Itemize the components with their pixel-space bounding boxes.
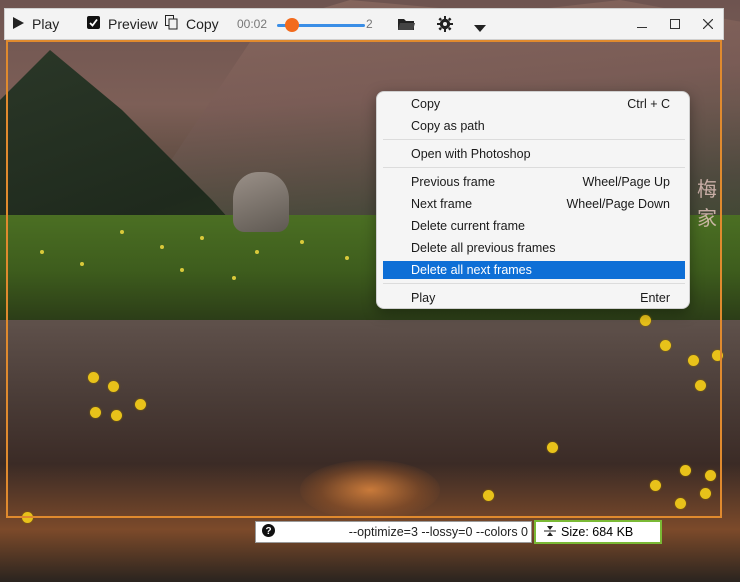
time-current: 00:02 <box>237 17 268 31</box>
play-button[interactable]: Play <box>13 16 59 32</box>
maximize-icon <box>670 16 680 32</box>
gear-icon[interactable] <box>437 16 453 35</box>
folder-icon[interactable] <box>398 17 415 33</box>
dropdown-arrow-icon[interactable] <box>474 19 486 35</box>
params-text: --optimize=3 --lossy=0 --colors 0 <box>348 525 528 539</box>
preview-label: Preview <box>108 16 158 32</box>
minimize-button[interactable] <box>627 9 657 39</box>
menu-item-shortcut: Wheel/Page Down <box>566 197 670 211</box>
gifsicle-params-input[interactable]: ? --optimize=3 --lossy=0 --colors 0 <box>255 521 532 543</box>
menu-separator <box>383 139 685 140</box>
frame-value: 2 <box>366 17 373 31</box>
menu-item-shortcut: Enter <box>640 291 670 305</box>
preview-checkbox[interactable]: Preview <box>87 16 158 32</box>
menu-separator <box>383 167 685 168</box>
copy-icon <box>165 15 178 33</box>
size-text: Size: 684 KB <box>561 525 634 539</box>
context-menu: Copy Ctrl + C Copy as path Open with Pho… <box>376 91 690 309</box>
copy-label: Copy <box>186 16 219 32</box>
menu-item-play[interactable]: Play Enter <box>383 289 685 307</box>
close-icon <box>702 16 714 32</box>
menu-item-label: Play <box>411 291 436 305</box>
slider-thumb[interactable] <box>285 18 299 32</box>
menu-item-label: Delete current frame <box>411 219 525 233</box>
menu-separator <box>383 283 685 284</box>
close-button[interactable] <box>693 9 723 39</box>
menu-item-delete-all-next-frames[interactable]: Delete all next frames <box>383 261 685 279</box>
menu-item-label: Next frame <box>411 197 473 211</box>
menu-item-shortcut: Wheel/Page Up <box>582 175 670 189</box>
copy-button[interactable]: Copy <box>165 15 219 33</box>
play-label: Play <box>32 16 60 32</box>
menu-item-label: Delete all next frames <box>411 263 532 277</box>
menu-item-label: Delete all previous frames <box>411 241 556 255</box>
toolbar: Play Preview Copy 00:02 2 <box>4 8 724 40</box>
menu-item-shortcut: Ctrl + C <box>627 97 670 111</box>
svg-text:?: ? <box>265 526 271 537</box>
menu-item-open-with-photoshop[interactable]: Open with Photoshop <box>383 145 685 163</box>
menu-item-label: Copy as path <box>411 119 485 133</box>
help-icon[interactable]: ? <box>262 524 275 540</box>
minimize-icon <box>637 16 647 32</box>
checkbox-icon <box>87 16 100 32</box>
menu-item-copy[interactable]: Copy Ctrl + C <box>383 95 685 113</box>
play-icon <box>13 16 24 32</box>
menu-item-label: Copy <box>411 97 441 111</box>
menu-item-next-frame[interactable]: Next frame Wheel/Page Down <box>383 195 685 213</box>
menu-item-copy-as-path[interactable]: Copy as path <box>383 117 685 135</box>
menu-item-previous-frame[interactable]: Previous frame Wheel/Page Up <box>383 173 685 191</box>
menu-item-delete-all-previous-frames[interactable]: Delete all previous frames <box>383 239 685 257</box>
size-box: Size: 684 KB <box>534 520 662 544</box>
menu-item-label: Open with Photoshop <box>411 147 531 161</box>
menu-item-delete-current-frame[interactable]: Delete current frame <box>383 217 685 235</box>
menu-item-label: Previous frame <box>411 175 496 189</box>
maximize-button[interactable] <box>660 9 690 39</box>
compress-icon <box>544 525 556 540</box>
